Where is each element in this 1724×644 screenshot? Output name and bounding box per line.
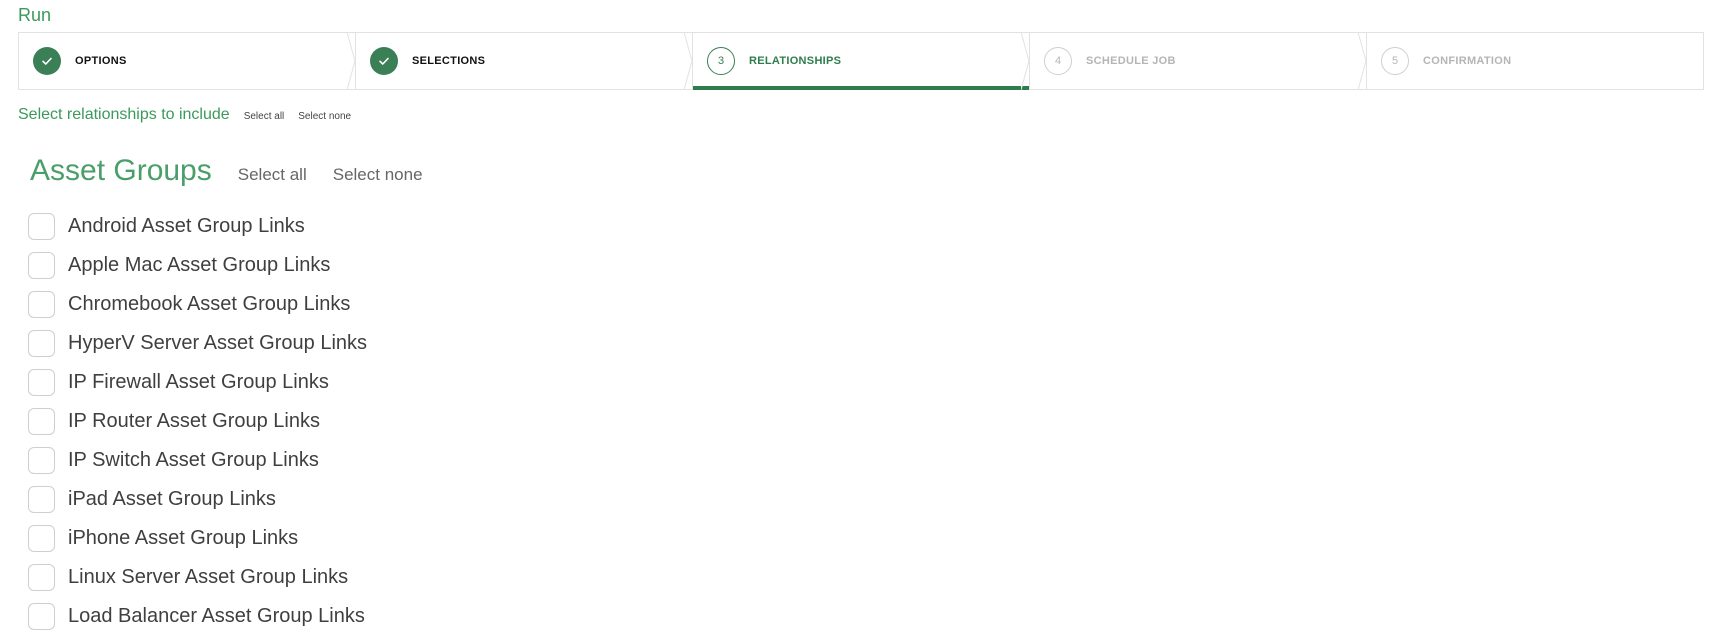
step-selections[interactable]: SELECTIONS [356, 32, 693, 90]
list-item: IP Firewall Asset Group Links [28, 363, 367, 402]
step-confirmation[interactable]: 5 CONFIRMATION [1367, 33, 1703, 89]
checkbox-label[interactable]: IP Router Asset Group Links [68, 410, 320, 433]
list-item: iPhone Asset Group Links [28, 519, 367, 558]
checkbox-label[interactable]: Apple Mac Asset Group Links [68, 254, 330, 277]
step-schedule-job[interactable]: 4 SCHEDULE JOB [1030, 32, 1367, 90]
checkbox[interactable] [28, 564, 55, 591]
checkbox-label[interactable]: IP Switch Asset Group Links [68, 449, 319, 472]
relationships-header: Select relationships to include Select a… [18, 106, 351, 124]
step-number: 3 [707, 47, 735, 75]
step-label: SCHEDULE JOB [1086, 55, 1176, 67]
checkbox[interactable] [28, 330, 55, 357]
checkbox-label[interactable]: Load Balancer Asset Group Links [68, 605, 365, 628]
checkbox[interactable] [28, 603, 55, 630]
checkbox[interactable] [28, 369, 55, 396]
step-relationships[interactable]: 3 RELATIONSHIPS [693, 32, 1030, 90]
list-item: IP Switch Asset Group Links [28, 441, 367, 480]
relationships-heading: Select relationships to include [18, 106, 230, 123]
asset-groups-heading: Asset Groups [30, 154, 212, 187]
checkbox[interactable] [28, 252, 55, 279]
wizard-stepper: OPTIONS SELECTIONS 3 RELATIONSHIPS 4 SCH… [18, 32, 1704, 90]
step-number: 5 [1381, 47, 1409, 75]
checkbox-label[interactable]: Android Asset Group Links [68, 215, 305, 238]
list-item: Android Asset Group Links [28, 207, 367, 246]
list-item: IP Router Asset Group Links [28, 402, 367, 441]
list-item: Load Balancer Asset Group Links [28, 597, 367, 636]
checkbox[interactable] [28, 525, 55, 552]
checkbox[interactable] [28, 213, 55, 240]
step-options[interactable]: OPTIONS [19, 32, 356, 90]
checkbox-label[interactable]: iPad Asset Group Links [68, 488, 276, 511]
checkbox[interactable] [28, 486, 55, 513]
checkbox-label[interactable]: iPhone Asset Group Links [68, 527, 298, 550]
chevron-divider-icon [684, 32, 693, 90]
list-item: HyperV Server Asset Group Links [28, 324, 367, 363]
checkbox-label[interactable]: Linux Server Asset Group Links [68, 566, 348, 589]
page-title: Run [18, 5, 52, 25]
check-icon [33, 47, 61, 75]
chevron-divider-icon [1021, 32, 1030, 90]
list-item: iPad Asset Group Links [28, 480, 367, 519]
asset-group-list: Android Asset Group Links Apple Mac Asse… [28, 207, 367, 636]
checkbox-label[interactable]: IP Firewall Asset Group Links [68, 371, 329, 394]
checkbox-label[interactable]: Chromebook Asset Group Links [68, 293, 350, 316]
check-icon [370, 47, 398, 75]
step-label: OPTIONS [75, 55, 127, 67]
step-number: 4 [1044, 47, 1072, 75]
step-label: RELATIONSHIPS [749, 55, 842, 67]
list-item: Chromebook Asset Group Links [28, 285, 367, 324]
asset-groups-header: Asset Groups Select all Select none [30, 154, 423, 188]
asset-groups-select-all-link[interactable]: Select all [238, 165, 307, 185]
checkbox[interactable] [28, 291, 55, 318]
step-label: SELECTIONS [412, 55, 486, 67]
chevron-divider-icon [1358, 32, 1367, 90]
list-item: Apple Mac Asset Group Links [28, 246, 367, 285]
asset-groups-select-none-link[interactable]: Select none [333, 165, 423, 185]
checkbox[interactable] [28, 408, 55, 435]
select-all-link[interactable]: Select all [244, 111, 285, 122]
checkbox-label[interactable]: HyperV Server Asset Group Links [68, 332, 367, 355]
select-none-link[interactable]: Select none [298, 111, 351, 122]
list-item: Linux Server Asset Group Links [28, 558, 367, 597]
checkbox[interactable] [28, 447, 55, 474]
chevron-divider-icon [347, 32, 356, 90]
step-label: CONFIRMATION [1423, 55, 1512, 67]
